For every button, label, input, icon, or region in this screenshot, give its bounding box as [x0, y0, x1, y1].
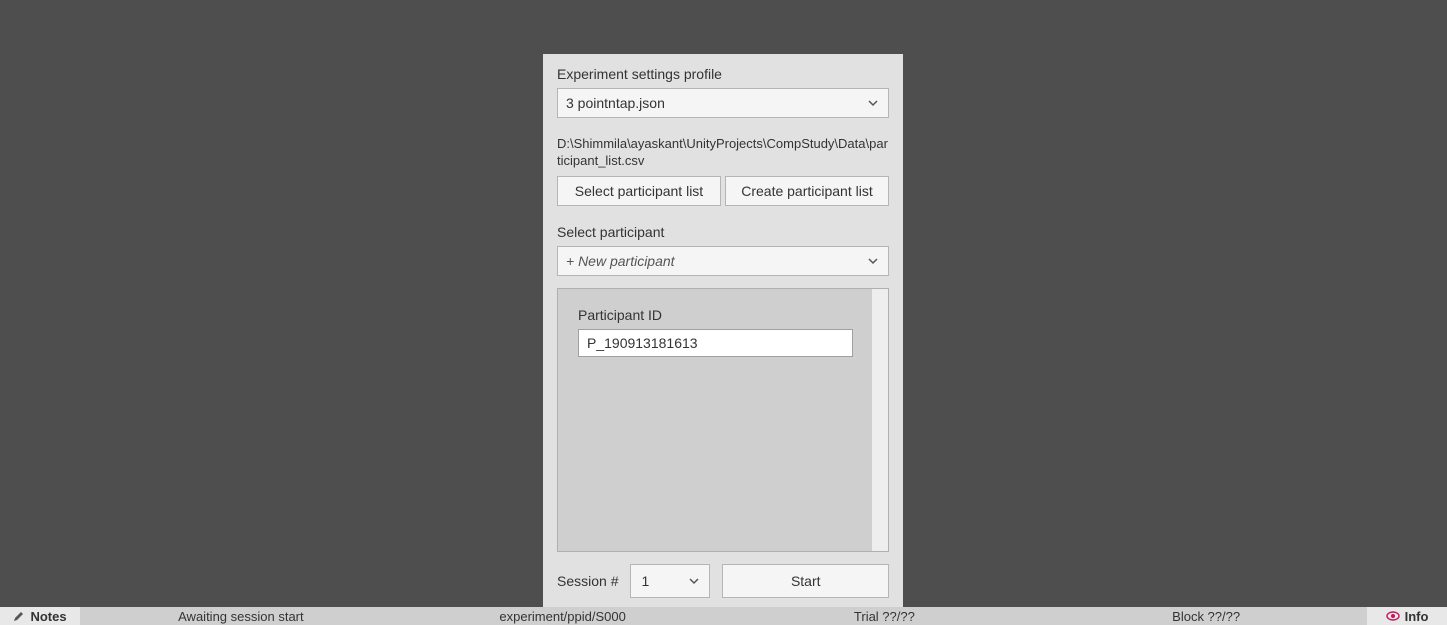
session-number-value: 1 [641, 573, 649, 589]
participant-id-label: Participant ID [578, 307, 868, 323]
participant-placeholder: + New participant [566, 253, 675, 269]
session-number-label: Session # [557, 573, 618, 589]
participant-id-input[interactable]: P_190913181613 [578, 329, 853, 357]
create-participant-list-button[interactable]: Create participant list [725, 176, 889, 206]
scrollbar[interactable] [871, 289, 888, 551]
eye-icon [1386, 611, 1400, 621]
chevron-down-icon [866, 254, 880, 268]
info-label: Info [1405, 609, 1429, 624]
chevron-down-icon [866, 96, 880, 110]
experiment-settings-panel: Experiment settings profile 3 pointntap.… [543, 54, 903, 611]
profile-select[interactable]: 3 pointntap.json [557, 88, 889, 118]
pencil-icon [13, 610, 25, 622]
profile-label: Experiment settings profile [557, 66, 889, 82]
status-awaiting: Awaiting session start [80, 609, 402, 624]
status-experiment: experiment/ppid/S000 [402, 609, 724, 624]
participant-list-path: D:\Shimmila\ayaskant\UnityProjects\CompS… [557, 136, 889, 170]
notes-label: Notes [30, 609, 66, 624]
select-participant-list-button[interactable]: Select participant list [557, 176, 721, 206]
status-block: Block ??/?? [1045, 609, 1367, 624]
notes-button[interactable]: Notes [0, 607, 80, 625]
select-participant-label: Select participant [557, 224, 889, 240]
participant-select[interactable]: + New participant [557, 246, 889, 276]
status-bar: Notes Awaiting session start experiment/… [0, 607, 1447, 625]
status-trial: Trial ??/?? [724, 609, 1046, 624]
session-number-select[interactable]: 1 [630, 564, 710, 598]
profile-selected-value: 3 pointntap.json [566, 95, 665, 111]
info-button[interactable]: Info [1367, 607, 1447, 625]
participant-details-panel: Participant ID P_190913181613 [557, 288, 889, 552]
chevron-down-icon [687, 574, 701, 588]
participant-id-value: P_190913181613 [587, 335, 698, 351]
start-button[interactable]: Start [722, 564, 889, 598]
